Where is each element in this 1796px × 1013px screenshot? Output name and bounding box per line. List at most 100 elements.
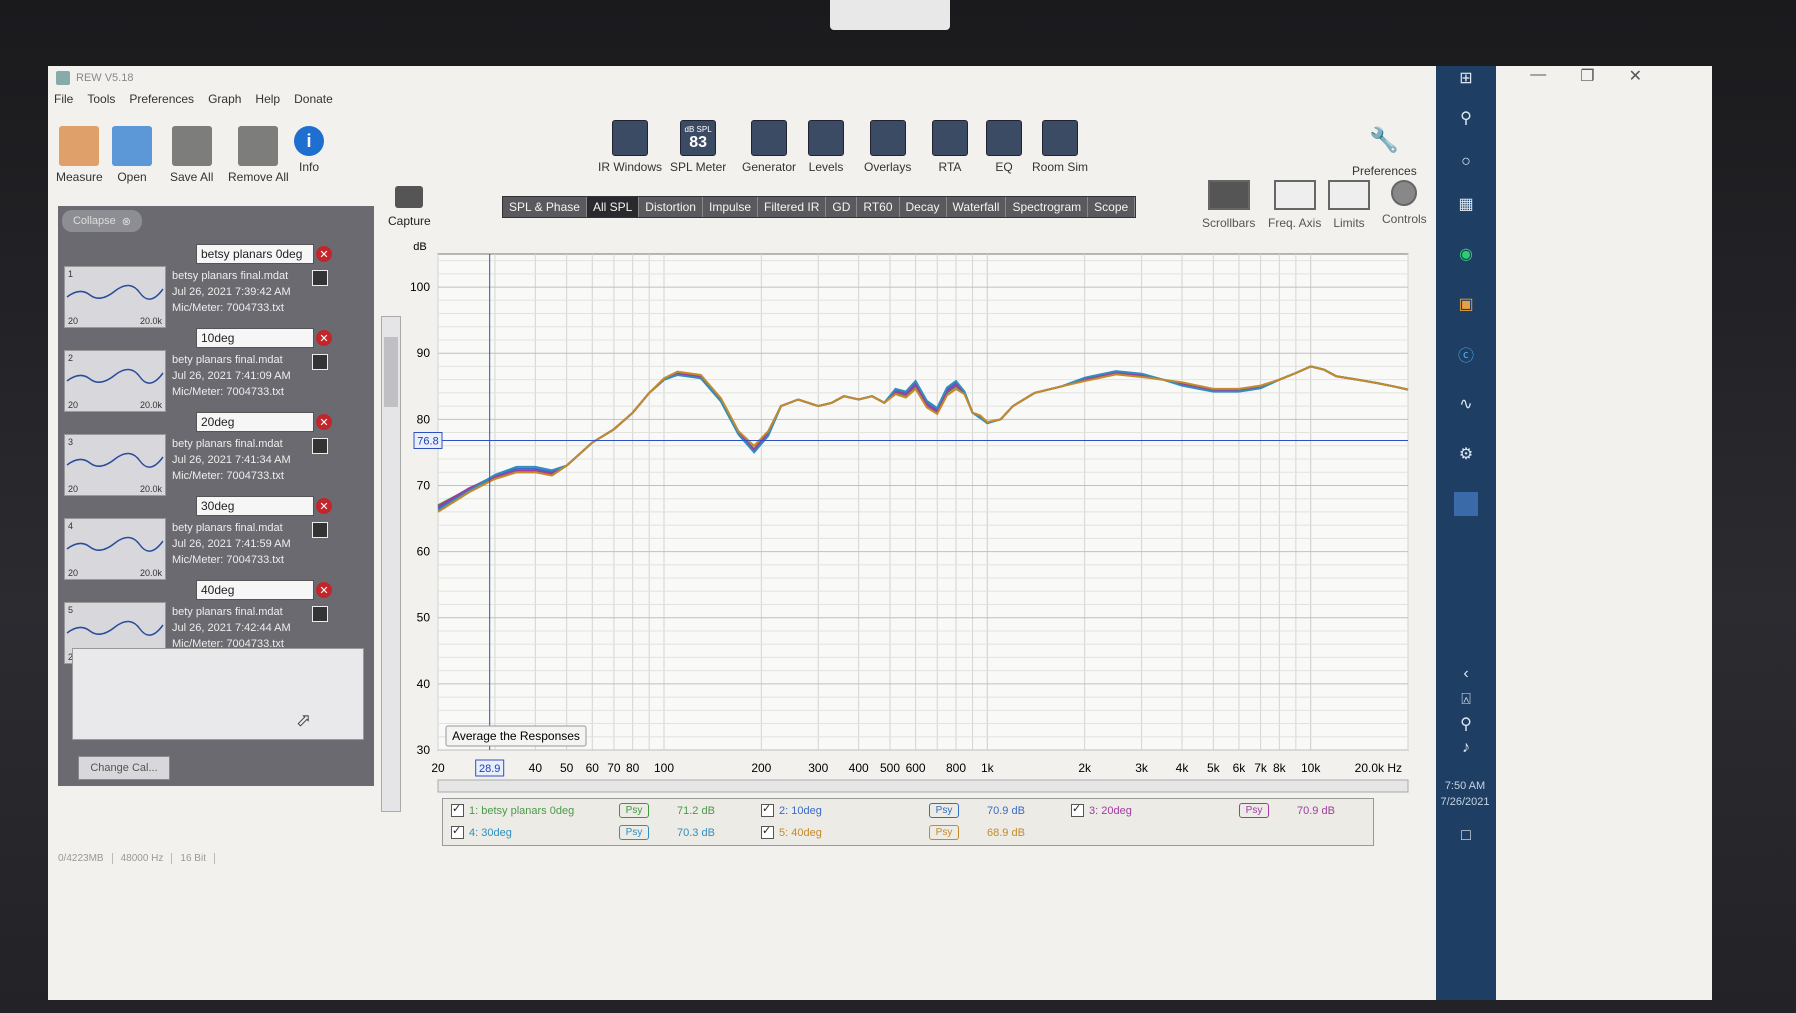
chevron-left-icon[interactable]: ‹ [1454,662,1478,686]
rew-waveform-icon[interactable]: ∿ [1454,392,1478,416]
maximize-icon[interactable]: ❐ [1580,66,1594,86]
tab-filtered-ir[interactable]: Filtered IR [758,197,827,217]
psy-smoothing-button[interactable]: Psy [1239,803,1269,818]
measurement-item[interactable]: 3 20 20.0k 20deg ✕ bety planars final.mdat Jul… [62,408,368,496]
tab-spectrogram[interactable]: Spectrogram [1006,197,1089,217]
measurement-name-field[interactable]: 30deg [196,496,314,516]
controls-button[interactable]: Controls [1382,180,1427,226]
close-icon[interactable]: ✕ [1629,66,1642,86]
edit-notes-icon[interactable] [312,438,328,454]
room-sim-button[interactable]: Room Sim [1032,120,1088,174]
ie-icon[interactable]: ⓒ [1454,342,1478,366]
graph-h-scrollbar[interactable] [437,779,1409,793]
volume-icon[interactable]: ♪ [1454,736,1478,760]
legend-checkbox[interactable] [451,802,464,817]
rta-button[interactable]: RTA [932,120,968,174]
menu-tools[interactable]: Tools [87,92,115,112]
edit-notes-icon[interactable] [312,522,328,538]
open-button[interactable]: Open [112,126,152,184]
legend-checkbox[interactable] [761,824,774,839]
delete-measurement-icon[interactable]: ✕ [316,498,332,514]
legend-item[interactable]: 2: 10deg Psy 70.9 dB [761,802,1025,818]
menu-donate[interactable]: Donate [294,92,333,112]
settings-icon[interactable]: ⚙ [1454,442,1478,466]
menu-preferences[interactable]: Preferences [129,92,194,112]
search-icon[interactable]: ⚲ [1454,106,1478,130]
menu-graph[interactable]: Graph [208,92,241,112]
y-tick-label: 80 [417,412,431,426]
info-button[interactable]: i Info [294,126,324,174]
legend-item[interactable]: 4: 30deg Psy 70.3 dB [451,824,715,840]
menu-file[interactable]: File [54,92,73,112]
measurement-item[interactable]: 52020.0k40deg✕bety planars final.mdatJul… [62,576,368,666]
delete-measurement-icon[interactable]: ✕ [316,246,332,262]
legend-item[interactable]: 3: 20deg Psy 70.9 dB [1071,802,1335,818]
legend-checkbox[interactable] [451,824,464,839]
window-title: REW V5.18 [76,72,134,84]
minimize-icon[interactable]: — [1530,66,1546,86]
delete-measurement-icon[interactable]: ✕ [316,582,332,598]
save-all-button[interactable]: Save All [170,126,213,184]
levels-button[interactable]: Levels [808,120,844,174]
task-view-icon[interactable]: ▦ [1454,192,1478,216]
overlays-button[interactable]: Overlays [864,120,911,174]
tab-decay[interactable]: Decay [900,197,947,217]
measurement-item[interactable]: 2 20 20.0k 10deg ✕ bety planars final.mdat Jul… [62,324,368,412]
store-icon[interactable]: ▣ [1454,292,1478,316]
limits-button[interactable]: Limits [1328,180,1370,230]
legend-item[interactable]: 5: 40deg Psy 68.9 dB [761,824,1025,840]
measurement-item[interactable]: 4 20 20.0k 30deg ✕ bety planars final.mdat Jul… [62,492,368,580]
notifications-icon[interactable]: □ [1454,824,1478,848]
tab-waterfall[interactable]: Waterfall [947,197,1007,217]
tab-spl-phase[interactable]: SPL & Phase [503,197,587,217]
delete-measurement-icon[interactable]: ✕ [316,330,332,346]
legend-series-name: 5: 40deg [779,826,822,839]
psy-smoothing-button[interactable]: Psy [929,825,959,840]
edit-notes-icon[interactable] [312,354,328,370]
scrollbars-button[interactable]: Scrollbars [1202,180,1255,230]
delete-measurement-icon[interactable]: ✕ [316,414,332,430]
edit-notes-icon[interactable] [312,606,328,622]
capture-button[interactable]: Capture [388,186,431,228]
tab-impulse[interactable]: Impulse [703,197,759,217]
cursor-y-value: 76.8 [417,435,438,447]
psy-smoothing-button[interactable]: Psy [929,803,959,818]
tab-scope[interactable]: Scope [1088,197,1136,217]
globe-icon[interactable]: ⚲ [1454,712,1478,736]
psy-smoothing-button[interactable]: Psy [619,803,649,818]
remove-all-button[interactable]: Remove All [228,126,289,184]
measurement-name-field[interactable]: 10deg [196,328,314,348]
legend-checkbox[interactable] [761,802,774,817]
edge-icon[interactable]: ◉ [1454,242,1478,266]
tab-gd[interactable]: GD [826,197,858,217]
measurement-name-field[interactable]: 20deg [196,412,314,432]
ir-windows-button[interactable]: IR Windows [598,120,662,174]
rew-app-icon[interactable] [1454,492,1478,516]
tab-rt60[interactable]: RT60 [857,197,900,217]
spl-meter-button[interactable]: dB SPL 83 SPL Meter [670,120,726,174]
tab-distortion[interactable]: Distortion [639,197,703,217]
collapse-button[interactable]: Collapse ⊗ [62,210,142,232]
measurement-item[interactable]: 1 20 20.0k betsy planars 0deg ✕ betsy planars… [62,240,368,328]
spl-graph[interactable]: dB 100 90 80 70 60 50 40 3020 40 50 60 70 80 100 200 300… [388,236,1428,796]
generator-button[interactable]: Generator [742,120,796,174]
cortana-icon[interactable]: ○ [1454,150,1478,174]
menu-help[interactable]: Help [255,92,280,112]
legend-checkbox[interactable] [1071,802,1084,817]
measurement-name-field[interactable]: 40deg [196,580,314,600]
preferences-button[interactable]: 🔧 Preferences [1352,120,1417,179]
change-cal-button[interactable]: Change Cal... [78,756,170,780]
thumb-trace [66,452,164,468]
network-icon[interactable]: ⍓ [1454,688,1478,712]
clock[interactable]: 7:50 AM 7/26/2021 [1432,778,1498,810]
windows-start-icon[interactable]: ⊞ [1454,66,1478,90]
eq-button[interactable]: EQ [986,120,1022,174]
legend-item[interactable]: 1: betsy planars 0deg Psy 71.2 dB [451,802,715,818]
freq-axis-button[interactable]: Freq. Axis [1268,180,1321,230]
measure-button[interactable]: Measure [56,126,103,184]
psy-smoothing-button[interactable]: Psy [619,825,649,840]
edit-notes-icon[interactable] [312,270,328,286]
tab-all-spl[interactable]: All SPL [586,197,640,217]
x-tick-label: 60 [586,761,600,775]
measurement-name-field[interactable]: betsy planars 0deg [196,244,314,264]
